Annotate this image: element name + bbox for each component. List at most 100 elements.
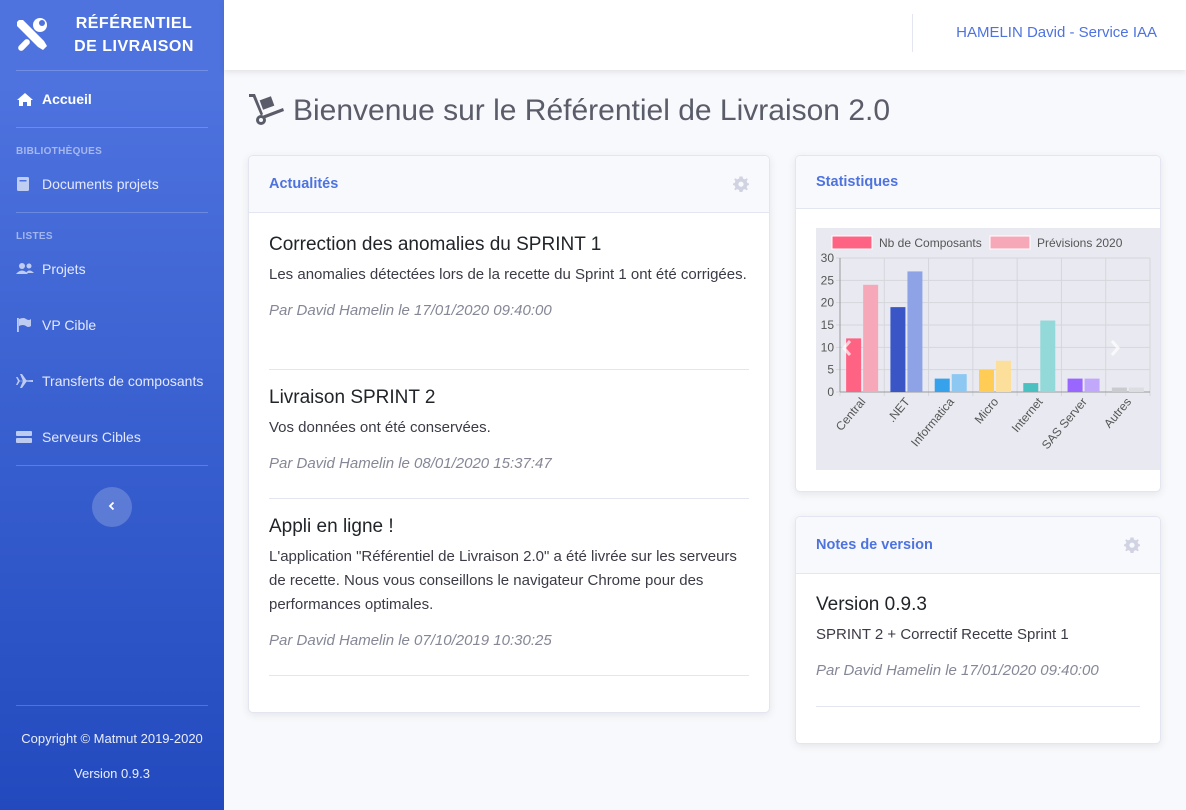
sidebar-item-servers[interactable]: Serveurs Cibles [0, 409, 224, 465]
bar [1040, 320, 1056, 392]
y-tick-label: 30 [821, 251, 835, 265]
legend-swatch [831, 235, 873, 250]
news-item: Livraison SPRINT 2 Vos données ont été c… [269, 370, 749, 499]
bar [1023, 383, 1039, 392]
news-item: Appli en ligne ! L'application "Référent… [269, 499, 749, 676]
release-notes-header: Notes de version [796, 517, 1160, 574]
sidebar-toggle-button[interactable] [92, 487, 132, 527]
news-item-author: Par David Hamelin le 17/01/2020 09:40:00 [269, 302, 552, 319]
news-item-title: Appli en ligne ! [269, 516, 394, 537]
sidebar-item-label: VP Cible [42, 317, 97, 333]
user-menu[interactable]: HAMELIN David - Service IAA [956, 24, 1157, 41]
sidebar-item-label: Serveurs Cibles [42, 429, 141, 445]
release-note-version: Version 0.9.3 [816, 594, 927, 615]
bar [846, 338, 862, 392]
sidebar-item-label: Projets [42, 261, 86, 277]
stats-card: Statistiques Nb de Composants Prévisions … [795, 155, 1161, 492]
bar [1084, 378, 1100, 392]
sidebar-item-projects[interactable]: Projets [0, 241, 224, 297]
brand[interactable]: RÉFÉRENTIEL DE LIVRAISON [0, 0, 224, 70]
sidebar-item-home[interactable]: Accueil [0, 71, 224, 127]
flag-icon [16, 317, 36, 333]
news-list: Correction des anomalies du SPRINT 1 Les… [249, 213, 769, 676]
topbar: HAMELIN David - Service IAA [224, 0, 1186, 70]
carousel-next-icon [1110, 340, 1120, 356]
news-item-title: Correction des anomalies du SPRINT 1 [269, 234, 602, 255]
sidebar-item-label: Documents projets [42, 176, 159, 192]
x-tick-label: Internet [1009, 394, 1046, 435]
y-tick-label: 0 [827, 385, 834, 399]
page-title: Bienvenue sur le Référentiel de Livraiso… [247, 90, 890, 131]
x-tick-label: Central [833, 395, 869, 434]
release-notes-card: Notes de version Version 0.9.3 SPRINT 2 … [795, 516, 1161, 744]
brand-line-2: DE LIVRAISON [74, 38, 194, 55]
y-tick-label: 5 [827, 363, 834, 377]
users-icon [16, 261, 36, 277]
bar [863, 284, 879, 392]
release-notes-title: Notes de version [816, 537, 933, 553]
server-icon [16, 429, 36, 445]
legend-label: Nb de Composants [879, 236, 982, 250]
x-tick-label: .NET [884, 394, 913, 424]
release-note-item: Version 0.9.3 SPRINT 2 + Correctif Recet… [816, 574, 1140, 707]
release-note-text: SPRINT 2 + Correctif Recette Sprint 1 [816, 626, 1069, 643]
release-notes-body: Version 0.9.3 SPRINT 2 + Correctif Recet… [796, 574, 1160, 707]
x-tick-label: Informatica [908, 395, 957, 450]
sidebar-item-vp-target[interactable]: VP Cible [0, 297, 224, 353]
sidebar-divider [16, 465, 208, 466]
topbar-divider [912, 14, 913, 52]
news-item-body: L'application "Référentiel de Livraison … [269, 548, 737, 613]
news-item-author: Par David Hamelin le 07/10/2019 10:30:25 [269, 632, 552, 649]
bar [1111, 387, 1127, 392]
stats-card-title: Statistiques [816, 174, 899, 190]
x-tick-label: Micro [972, 395, 1002, 427]
dolly-icon [247, 90, 285, 131]
sidebar-item-transfers[interactable]: Transferts de composants [0, 353, 224, 409]
stats-card-header: Statistiques [796, 156, 1160, 209]
x-tick-label: SAS Server [1039, 395, 1090, 452]
gear-icon[interactable] [733, 176, 749, 192]
legend-label: Prévisions 2020 [1037, 236, 1123, 250]
x-tick-label: Autres [1101, 395, 1134, 431]
bar [1128, 387, 1144, 392]
app-version: Version 0.9.3 [74, 766, 150, 781]
legend-swatch [989, 235, 1031, 250]
bar [1067, 378, 1083, 392]
news-card: Actualités Correction des anomalies du S… [248, 155, 770, 713]
y-tick-label: 10 [821, 340, 835, 354]
sidebar: RÉFÉRENTIEL DE LIVRAISON Accueil BIBLIOT… [0, 0, 224, 810]
bar [951, 374, 967, 392]
news-item-author: Par David Hamelin le 08/01/2020 15:37:47 [269, 455, 552, 472]
news-card-header: Actualités [249, 156, 769, 213]
gear-icon[interactable] [1124, 537, 1140, 553]
y-tick-label: 25 [821, 273, 835, 287]
bar [907, 271, 923, 392]
page-heading: Bienvenue sur le Référentiel de Livraiso… [293, 93, 891, 127]
brand-title: RÉFÉRENTIEL DE LIVRAISON [52, 12, 224, 58]
brand-line-1: RÉFÉRENTIEL [75, 15, 193, 32]
release-note-author: Par David Hamelin le 17/01/2020 09:40:00 [816, 662, 1099, 679]
news-item-body: Vos données ont été conservées. [269, 419, 491, 436]
news-item-body: Les anomalies détectées lors de la recet… [269, 266, 747, 283]
y-tick-label: 20 [821, 296, 835, 310]
news-item: Correction des anomalies du SPRINT 1 Les… [269, 213, 749, 370]
book-icon [16, 176, 36, 192]
home-icon [16, 91, 36, 107]
bar [890, 307, 906, 392]
copyright: Copyright © Matmut 2019-2020 [21, 731, 203, 746]
sidebar-item-documents[interactable]: Documents projets [0, 156, 224, 212]
sidebar-item-label: Accueil [42, 91, 92, 107]
tools-icon [12, 15, 52, 55]
chart-carousel: Nb de Composants Prévisions 2020 0 5 10 15 20 2… [816, 228, 1160, 470]
bar [934, 378, 950, 392]
bar-chart: Nb de Composants Prévisions 2020 0 5 10 15 20 2… [821, 235, 1151, 452]
news-card-title: Actualités [269, 176, 339, 192]
bar [979, 369, 994, 392]
news-item-title: Livraison SPRINT 2 [269, 387, 436, 408]
chevron-left-icon [107, 498, 117, 516]
plane-icon [16, 373, 36, 389]
y-tick-label: 15 [821, 318, 835, 332]
sidebar-item-label: Transferts de composants [42, 373, 204, 389]
bar [996, 360, 1011, 392]
sidebar-divider [16, 705, 208, 706]
